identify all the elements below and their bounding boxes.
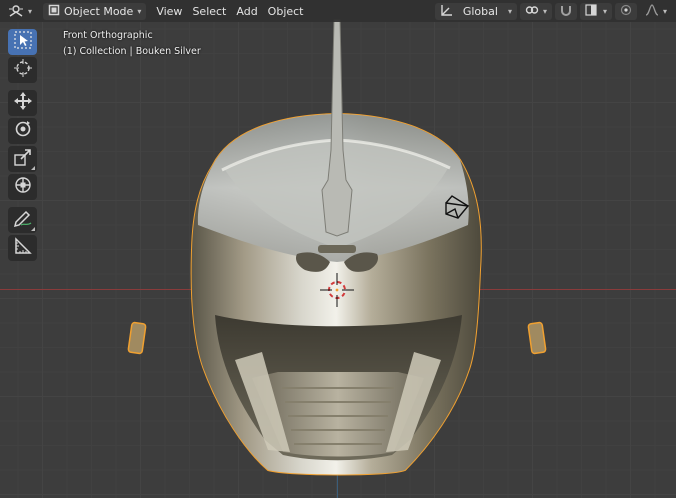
pivot-point-dropdown[interactable]: ▾	[519, 2, 552, 20]
chevron-down-icon: ▾	[662, 6, 667, 16]
view-name: Front Orthographic	[63, 30, 153, 41]
tool-shelf	[6, 27, 39, 261]
cursor-icon	[13, 58, 33, 82]
measure-tool[interactable]	[8, 235, 37, 261]
falloff-dropdown[interactable]: ▾	[640, 3, 672, 20]
select-box-tool[interactable]	[8, 29, 37, 55]
header-right-tools: Global ▾ ▾ ▾ ▾	[432, 0, 676, 22]
transform-icon	[13, 175, 33, 199]
3d-viewport[interactable]: ▾ Object Mode ▾ View Select Add Object G…	[0, 0, 676, 498]
editor-type-icon	[8, 4, 24, 19]
falloff-curve-icon	[645, 4, 659, 18]
chevron-down-icon: ▾	[137, 6, 142, 16]
mode-dropdown[interactable]: Object Mode ▾	[43, 2, 147, 20]
menu-view[interactable]: View	[152, 3, 186, 20]
pencil-icon	[13, 208, 33, 232]
orientation-label: Global	[462, 4, 498, 18]
chevron-down-icon: ▾	[507, 6, 512, 16]
orientation-icon	[440, 4, 453, 18]
annotate-tool[interactable]	[8, 207, 37, 233]
chevron-down-icon: ▾	[542, 6, 547, 16]
more-tools-indicator	[31, 166, 35, 170]
viewport-header: ▾ Object Mode ▾ View Select Add Object G…	[0, 0, 676, 22]
viewport-info: Front Orthographic (1) Collection | Bouk…	[63, 28, 201, 60]
magnet-icon	[560, 4, 572, 18]
menu-select[interactable]: Select	[188, 3, 230, 20]
cursor-tool[interactable]	[8, 57, 37, 83]
ruler-icon	[13, 236, 33, 260]
transform-tool[interactable]	[8, 174, 37, 200]
scale-icon	[13, 147, 33, 171]
move-icon	[13, 91, 33, 115]
snap-toggle[interactable]	[554, 2, 577, 20]
scale-tool[interactable]	[8, 146, 37, 172]
object-mode-icon	[48, 4, 60, 18]
menu-add[interactable]: Add	[232, 3, 261, 20]
mode-label: Object Mode	[64, 4, 134, 18]
snap-target-dropdown[interactable]: ▾	[579, 2, 612, 20]
editor-type-button[interactable]: ▾	[3, 3, 37, 20]
rotate-tool[interactable]	[8, 118, 37, 144]
proportional-edit-icon	[620, 4, 632, 18]
transform-orientation-dropdown[interactable]: Global ▾	[434, 2, 517, 20]
proportional-edit-toggle[interactable]	[614, 2, 637, 20]
chevron-down-icon: ▾	[602, 6, 607, 16]
move-tool[interactable]	[8, 90, 37, 116]
chevron-down-icon: ▾	[28, 6, 33, 16]
menu-object[interactable]: Object	[264, 3, 308, 20]
collection-info: (1) Collection | Bouken Silver	[63, 46, 201, 57]
helmet-model[interactable]	[0, 0, 676, 498]
snap-increment-icon	[585, 4, 599, 18]
link-icon	[525, 4, 539, 18]
rotate-icon	[13, 119, 33, 143]
more-tools-indicator	[31, 227, 35, 231]
select-box-icon	[13, 30, 33, 54]
